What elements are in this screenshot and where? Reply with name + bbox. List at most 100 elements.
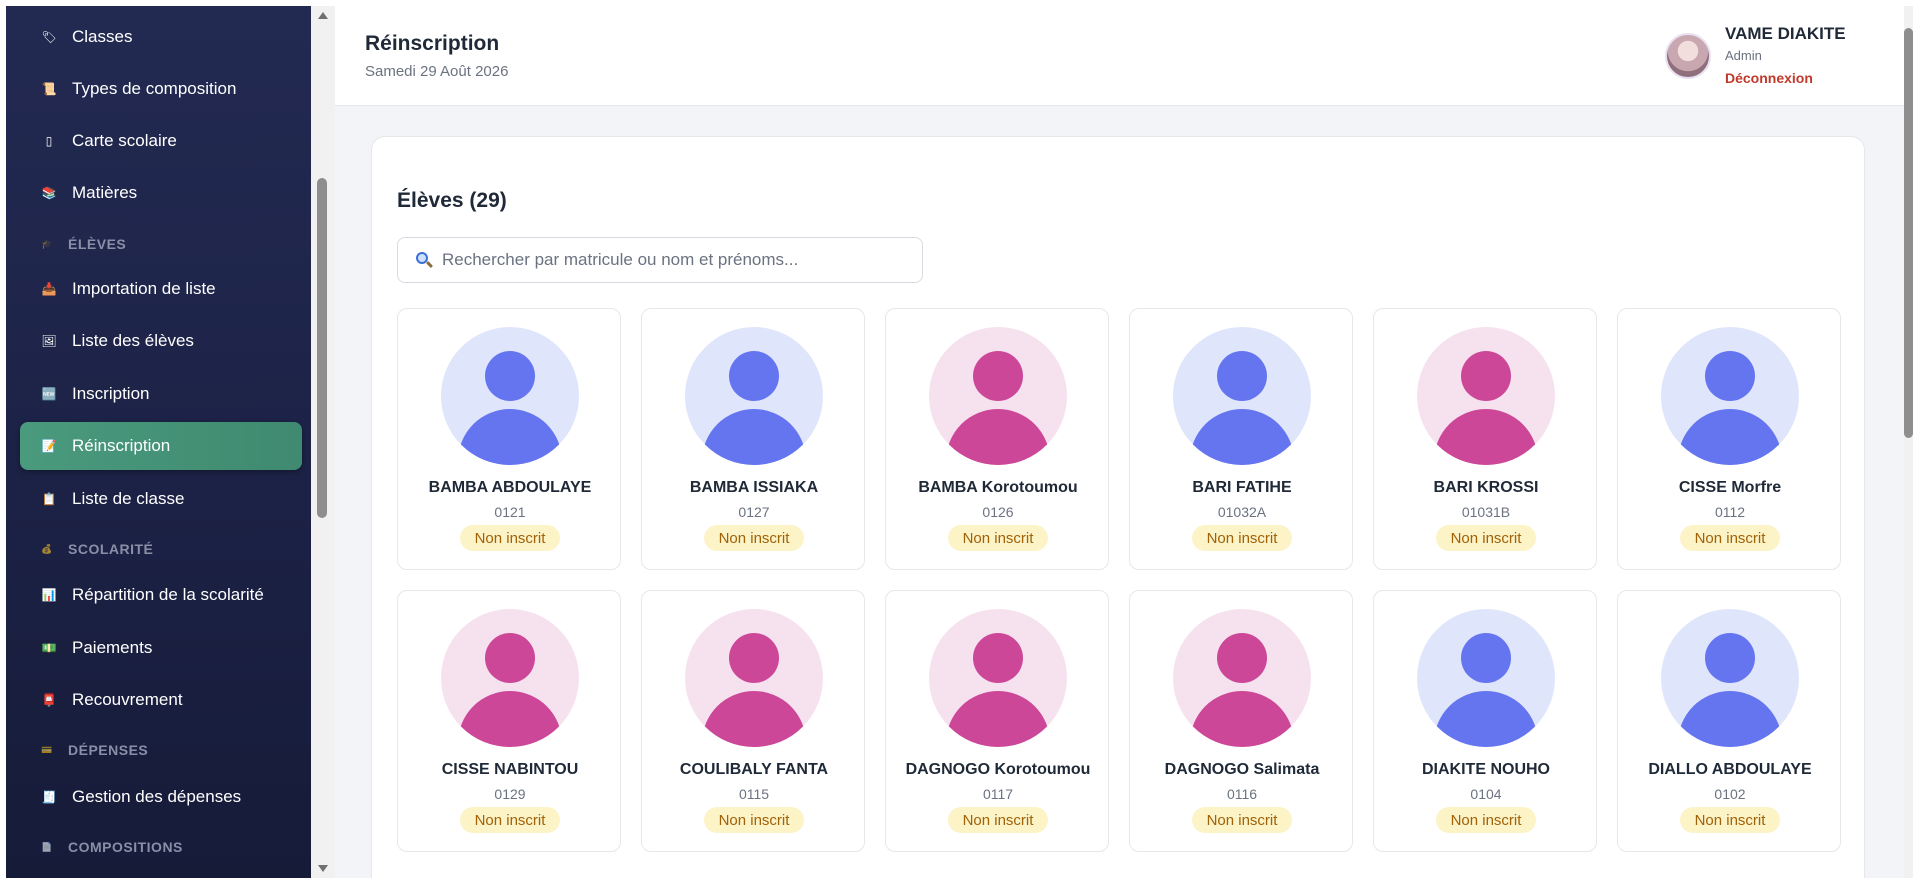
students-panel: Élèves (29) BAMBA ABDOULAYE 0121 Non inscr… xyxy=(371,136,1865,878)
sidebar-item-label: Répartition de la scolarité xyxy=(72,585,264,604)
avatar-body xyxy=(702,409,806,465)
sidebar-section-label: SCOLARITÉ xyxy=(68,541,154,557)
sidebar-scrollbar-thumb[interactable] xyxy=(317,178,327,518)
scroll-down-arrow-icon[interactable] xyxy=(318,865,328,872)
search-input[interactable] xyxy=(442,250,912,270)
student-card[interactable]: CISSE Morfre 0112 Non inscrit xyxy=(1617,308,1841,570)
student-name: DIAKITE NOUHO xyxy=(1422,761,1550,778)
avatar-body xyxy=(1678,691,1782,747)
sidebar-item-gestion-depenses[interactable]: 🧾 Gestion des dépenses xyxy=(20,773,302,821)
document-icon: 📄 xyxy=(41,841,53,852)
avatar-body xyxy=(946,691,1050,747)
student-card[interactable]: DIALLO ABDOULAYE 0102 Non inscrit xyxy=(1617,590,1841,852)
status-badge: Non inscrit xyxy=(1436,807,1536,833)
student-name: BAMBA Korotoumou xyxy=(918,479,1078,496)
student-matricule: 01032A xyxy=(1217,504,1267,520)
student-matricule: 0127 xyxy=(738,504,770,520)
male-avatar-icon xyxy=(1661,327,1799,465)
sidebar-item-label: Liste des élèves xyxy=(72,331,194,350)
sidebar-item-label: Importation de liste xyxy=(72,279,216,298)
male-avatar-icon xyxy=(1173,327,1311,465)
sidebar-item-reinscription[interactable]: 📝 Réinscription xyxy=(20,422,302,470)
avatar-body xyxy=(1190,409,1294,465)
sidebar-item-paiements[interactable]: 💵 Paiements xyxy=(20,624,302,672)
student-card[interactable]: CISSE NABINTOU 0129 Non inscrit xyxy=(397,590,621,852)
graduation-icon: 🎓 xyxy=(41,238,53,249)
sidebar-section-eleves: 🎓 ÉLÈVES xyxy=(40,234,126,254)
page-scrollbar-thumb[interactable] xyxy=(1904,28,1913,438)
user-name: VAME DIAKITE xyxy=(1725,24,1846,43)
sidebar-section-scolarite: 💰 SCOLARITÉ xyxy=(40,539,153,559)
avatar-body xyxy=(1434,409,1538,465)
male-avatar-icon xyxy=(1661,609,1799,747)
avatar-body xyxy=(458,691,562,747)
student-matricule: 0104 xyxy=(1470,786,1502,802)
sidebar-item-classes[interactable]: 🏷 Classes xyxy=(20,13,302,61)
scroll-icon: 📜 xyxy=(41,82,57,96)
avatar-body xyxy=(1190,691,1294,747)
sidebar-item-inscription[interactable]: 🆕 Inscription xyxy=(20,370,302,418)
student-card[interactable]: DAGNOGO Korotoumou 0117 Non inscrit xyxy=(885,590,1109,852)
student-name: COULIBALY FANTA xyxy=(679,761,829,778)
status-badge: Non inscrit xyxy=(1192,807,1292,833)
student-name: CISSE NABINTOU xyxy=(441,761,579,778)
avatar-head xyxy=(729,633,779,683)
student-card[interactable]: DIAKITE NOUHO 0104 Non inscrit xyxy=(1373,590,1597,852)
sidebar-section-compositions: 📄 COMPOSITIONS xyxy=(40,837,183,857)
student-matricule: 0112 xyxy=(1714,504,1746,520)
student-name: DAGNOGO Korotoumou xyxy=(905,761,1091,778)
sidebar-item-liste-classe[interactable]: 📋 Liste de classe xyxy=(20,475,302,523)
sidebar-item-liste-eleves[interactable]: 🖼 Liste des élèves xyxy=(20,317,302,365)
student-card[interactable]: BAMBA Korotoumou 0126 Non inscrit xyxy=(885,308,1109,570)
student-card[interactable]: BAMBA ISSIAKA 0127 Non inscrit xyxy=(641,308,865,570)
avatar-head xyxy=(973,351,1023,401)
bar-chart-icon: 📊 xyxy=(41,588,57,602)
top-header: Réinscription Samedi 29 Août 2026 VAME D… xyxy=(335,6,1904,106)
student-matricule: 01031B xyxy=(1461,504,1511,520)
avatar-head xyxy=(729,351,779,401)
sidebar-item-matieres[interactable]: 📚 Matières xyxy=(20,169,302,217)
student-name: BAMBA ABDOULAYE xyxy=(428,479,592,496)
student-card[interactable]: BAMBA ABDOULAYE 0121 Non inscrit xyxy=(397,308,621,570)
search-box[interactable] xyxy=(397,237,923,283)
page-scrollbar[interactable] xyxy=(1904,6,1913,878)
user-role: Admin xyxy=(1725,48,1762,63)
sidebar: 🏷 Classes 📜 Types de composition ▯ Carte… xyxy=(6,6,311,878)
user-avatar[interactable] xyxy=(1665,33,1711,79)
status-badge: Non inscrit xyxy=(1680,525,1780,551)
avatar-head xyxy=(1461,351,1511,401)
student-name: DAGNOGO Salimata xyxy=(1164,761,1320,778)
inbox-icon: 📥 xyxy=(41,282,57,296)
sidebar-scrollbar[interactable] xyxy=(311,6,335,878)
sidebar-item-recouvrement[interactable]: 📮 Recouvrement xyxy=(20,676,302,724)
sidebar-item-importation-liste[interactable]: 📥 Importation de liste xyxy=(20,265,302,313)
sidebar-item-repartition-scolarite[interactable]: 📊 Répartition de la scolarité xyxy=(20,571,302,619)
status-badge: Non inscrit xyxy=(704,807,804,833)
avatar-body xyxy=(1434,691,1538,747)
student-card[interactable]: COULIBALY FANTA 0115 Non inscrit xyxy=(641,590,865,852)
sidebar-item-carte-scolaire[interactable]: ▯ Carte scolaire xyxy=(20,117,302,165)
sidebar-section-label: COMPOSITIONS xyxy=(68,839,183,855)
student-card[interactable]: BARI KROSSI 01031B Non inscrit xyxy=(1373,308,1597,570)
female-avatar-icon xyxy=(441,609,579,747)
money-bag-icon: 💰 xyxy=(41,543,53,554)
student-matricule: 0102 xyxy=(1714,786,1746,802)
student-name: BAMBA ISSIAKA xyxy=(689,479,819,496)
avatar-head xyxy=(485,351,535,401)
student-grid: BAMBA ABDOULAYE 0121 Non inscrit BAMBA ISSI… xyxy=(397,308,1847,852)
avatar-head xyxy=(485,633,535,683)
scroll-up-arrow-icon[interactable] xyxy=(318,12,328,19)
student-matricule: 0129 xyxy=(494,786,526,802)
sidebar-item-label: Carte scolaire xyxy=(72,131,177,150)
status-badge: Non inscrit xyxy=(1436,525,1536,551)
sidebar-item-label: Gestion des dépenses xyxy=(72,787,242,806)
student-card[interactable]: DAGNOGO Salimata 0116 Non inscrit xyxy=(1129,590,1353,852)
students-title: Élèves (29) xyxy=(397,189,507,212)
student-card[interactable]: BARI FATIHE 01032A Non inscrit xyxy=(1129,308,1353,570)
avatar-head xyxy=(1217,633,1267,683)
avatar-body xyxy=(946,409,1050,465)
logout-link[interactable]: Déconnexion xyxy=(1725,70,1813,86)
avatar-body xyxy=(1678,409,1782,465)
sidebar-item-types-composition[interactable]: 📜 Types de composition xyxy=(20,65,302,113)
female-avatar-icon xyxy=(685,609,823,747)
